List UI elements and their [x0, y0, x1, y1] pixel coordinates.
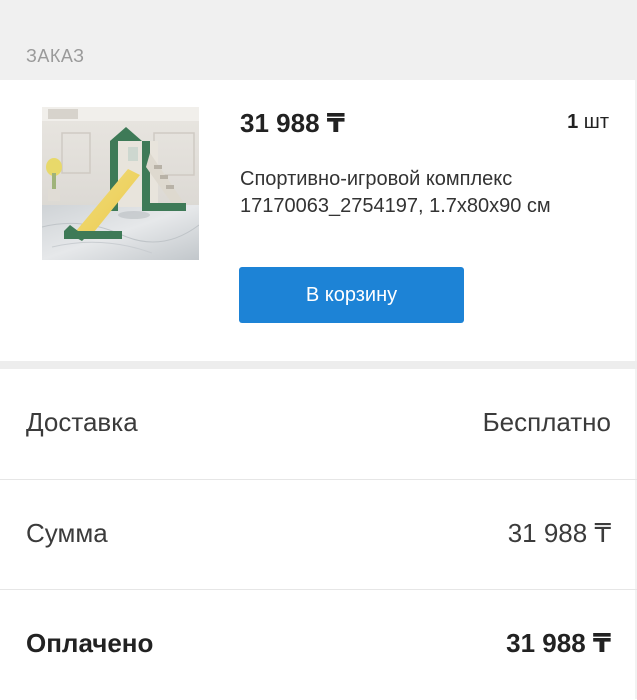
- product-photo-icon: [42, 107, 199, 260]
- product-quantity: 1 шт: [567, 111, 609, 134]
- delivery-value: Бесплатно: [482, 407, 611, 437]
- delivery-row: Доставка Бесплатно: [0, 369, 637, 479]
- paid-label: Оплачено: [26, 628, 154, 658]
- product-image[interactable]: [42, 107, 199, 260]
- sum-row: Сумма 31 988 ₸: [0, 480, 637, 590]
- product-price: 31 988 ₸: [240, 108, 345, 138]
- sum-value: 31 988 ₸: [507, 518, 611, 548]
- delivery-label: Доставка: [26, 407, 138, 437]
- section-divider: [0, 361, 637, 369]
- product-title[interactable]: Спортивно-игровой комплекс 17170063_2754…: [240, 166, 620, 220]
- add-to-cart-button[interactable]: В корзину: [239, 267, 464, 323]
- order-section-header: ЗАКАЗ: [0, 0, 637, 80]
- paid-value: 31 988 ₸: [506, 628, 611, 658]
- paid-row: Оплачено 31 988 ₸: [0, 590, 637, 700]
- sum-label: Сумма: [26, 518, 108, 548]
- order-section-title: ЗАКАЗ: [26, 46, 85, 66]
- quantity-unit: шт: [583, 111, 609, 133]
- quantity-number: 1: [567, 111, 579, 133]
